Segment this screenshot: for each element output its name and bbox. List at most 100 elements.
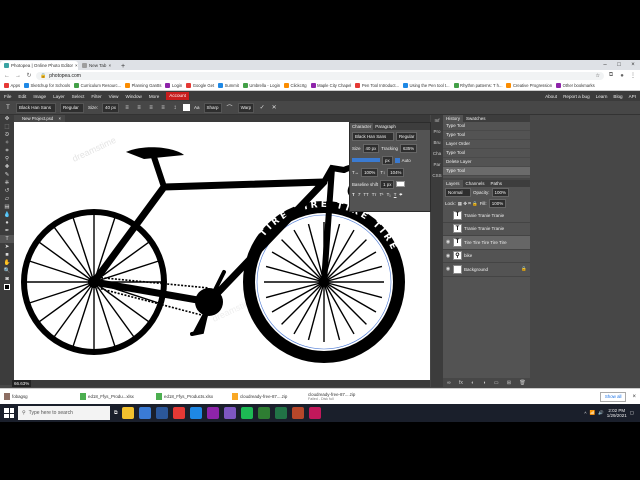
link-icon[interactable]: ∞ bbox=[447, 380, 451, 386]
menu-api[interactable]: API bbox=[629, 94, 636, 99]
tab-paragraph[interactable]: Paragraph bbox=[373, 123, 398, 130]
eraser-tool-icon[interactable]: ▱ bbox=[0, 195, 14, 203]
windows-start-icon[interactable] bbox=[4, 408, 14, 418]
menu-edit[interactable]: Edit bbox=[18, 94, 26, 99]
text-color-swatch[interactable] bbox=[183, 104, 191, 111]
lock-icons[interactable]: ▦ ✥ ⌗ 🔒 bbox=[458, 201, 478, 207]
faux-bold-button[interactable]: T bbox=[352, 192, 355, 197]
underline-button[interactable]: T bbox=[394, 192, 397, 197]
history-item[interactable]: Layer Order bbox=[443, 140, 530, 149]
gradient-tool-icon[interactable]: ▤ bbox=[0, 203, 14, 211]
menu-file[interactable]: File bbox=[4, 94, 11, 99]
cancel-icon[interactable]: ✕ bbox=[270, 104, 278, 112]
history-item-current[interactable]: Type Tool bbox=[443, 167, 530, 176]
clone-tool-icon[interactable]: ⎈ bbox=[0, 179, 14, 187]
network-icon[interactable]: 📶 bbox=[589, 410, 595, 416]
layer-row-selected[interactable]: ◉ T Tire Tire Tire Tire Tire bbox=[443, 236, 530, 250]
menu-learn[interactable]: Learn bbox=[596, 94, 608, 99]
char-tracking-field[interactable]: 635% bbox=[399, 143, 418, 153]
taskbar-app-icon[interactable] bbox=[138, 407, 151, 419]
font-size-field[interactable]: 40 px bbox=[102, 102, 120, 113]
font-style-select[interactable]: Regular bbox=[60, 102, 84, 113]
strip-css[interactable]: CSS bbox=[431, 170, 443, 181]
bookmark-item[interactable]: Creative Progression bbox=[506, 83, 552, 88]
char-style-select[interactable]: Regular bbox=[396, 131, 418, 141]
zoom-tool-icon[interactable]: 🔍 bbox=[0, 267, 14, 275]
taskbar-search-input[interactable]: ⚲ Type here to search bbox=[18, 406, 110, 420]
menu-select[interactable]: Select bbox=[72, 94, 85, 99]
strip-properties[interactable]: Pro bbox=[431, 126, 443, 137]
download-item[interactable]: cloudready-free-87....zip bbox=[232, 393, 302, 400]
menu-view[interactable]: View bbox=[109, 94, 119, 99]
taskbar-app-icon[interactable] bbox=[257, 407, 270, 419]
align-center-icon[interactable]: ≡ bbox=[135, 104, 143, 112]
strip-character[interactable]: Cha bbox=[431, 148, 443, 159]
char-hscale-field[interactable]: 100% bbox=[361, 167, 379, 177]
bookmark-item[interactable]: Apps bbox=[4, 83, 20, 88]
browser-tab-new[interactable]: New Tab × bbox=[78, 61, 118, 70]
history-item[interactable]: Type Tool bbox=[443, 122, 530, 131]
download-item[interactable]: cloudready-free-87....zip Failed - Disk f… bbox=[308, 392, 378, 401]
bookmark-item[interactable]: Summit bbox=[218, 83, 239, 88]
bookmark-item[interactable]: Pen Tool Introduct... bbox=[355, 83, 399, 88]
eye-icon[interactable]: ◉ bbox=[445, 239, 451, 245]
taskbar-app-icon[interactable] bbox=[223, 407, 236, 419]
notifications-icon[interactable]: ▢ bbox=[630, 410, 634, 416]
magic-wand-tool-icon[interactable]: ✧ bbox=[0, 139, 14, 147]
layer-row[interactable]: ◉ ⚲ bike bbox=[443, 250, 530, 263]
task-view-icon[interactable]: ⧉ bbox=[114, 410, 118, 416]
all-caps-button[interactable]: TT bbox=[363, 192, 368, 197]
bookmark-item[interactable]: Umbrella - Login bbox=[242, 83, 280, 88]
bookmark-item[interactable]: Google Get bbox=[186, 83, 214, 88]
download-item[interactable]: ed18_Ffys_Produ...xlsx bbox=[80, 393, 150, 400]
bookmark-item[interactable]: Other bookmarks bbox=[556, 83, 595, 88]
tab-paths[interactable]: Paths bbox=[488, 180, 506, 187]
shape-tool-icon[interactable]: ■ bbox=[0, 251, 14, 259]
bookmark-item[interactable]: Planning Gantts bbox=[125, 83, 161, 88]
browser-tab-photopea[interactable]: Photopea | Online Photo Editor × bbox=[0, 61, 78, 70]
char-color-swatch[interactable] bbox=[396, 181, 406, 187]
warp-button[interactable]: Warp bbox=[237, 102, 255, 113]
bookmark-item[interactable]: Using the Pen tool t... bbox=[403, 83, 450, 88]
eye-icon[interactable]: ◉ bbox=[445, 253, 451, 259]
menu-filter[interactable]: Filter bbox=[91, 94, 101, 99]
adjustment-icon[interactable]: ◑ bbox=[483, 380, 486, 386]
taskbar-app-icon[interactable] bbox=[274, 407, 287, 419]
minimize-icon[interactable]: – bbox=[598, 60, 612, 70]
strip-brush[interactable]: Bru bbox=[431, 137, 443, 148]
folder-icon[interactable]: ▭ bbox=[494, 380, 499, 386]
menu-icon[interactable]: ⋮ bbox=[629, 72, 637, 79]
tab-swatches[interactable]: Swatches bbox=[463, 115, 489, 122]
tab-channels[interactable]: Channels bbox=[463, 180, 488, 187]
char-baseline-field[interactable]: 1 px bbox=[380, 179, 395, 189]
taskbar-app-icon[interactable] bbox=[240, 407, 253, 419]
color-swatches[interactable] bbox=[0, 283, 14, 291]
history-brush-tool-icon[interactable]: ↺ bbox=[0, 187, 14, 195]
star-icon[interactable]: ☆ bbox=[596, 73, 600, 79]
char-leading-field[interactable]: px bbox=[382, 155, 393, 165]
history-item[interactable]: Type Tool bbox=[443, 149, 530, 158]
blur-tool-icon[interactable]: 💧 bbox=[0, 211, 14, 219]
zoom-level[interactable]: 66.63% bbox=[12, 380, 32, 387]
bookmark-item[interactable]: Login bbox=[165, 83, 182, 88]
maximize-icon[interactable]: □ bbox=[612, 60, 626, 70]
strip-info[interactable]: Inf bbox=[431, 115, 443, 126]
opacity-field[interactable]: 100% bbox=[491, 188, 510, 197]
quick-mask-icon[interactable]: ◙ bbox=[0, 275, 14, 283]
new-layer-icon[interactable]: ⊞ bbox=[507, 380, 511, 386]
type-tool-icon[interactable]: T bbox=[4, 104, 12, 112]
menu-more[interactable]: More bbox=[149, 94, 159, 99]
bookmark-item[interactable]: Curriculum Resourc... bbox=[74, 83, 121, 88]
bookmark-item[interactable]: Rhythm patterns: T h... bbox=[453, 83, 502, 88]
taskbar-app-icon[interactable] bbox=[206, 407, 219, 419]
trash-icon[interactable]: 🗑 bbox=[519, 380, 525, 386]
small-caps-button[interactable]: Tт bbox=[372, 192, 377, 197]
path-select-tool-icon[interactable]: ➤ bbox=[0, 243, 14, 251]
tab-history[interactable]: History bbox=[443, 115, 464, 122]
hand-tool-icon[interactable]: ✋ bbox=[0, 259, 14, 267]
new-tab-icon[interactable]: + bbox=[118, 63, 128, 70]
back-icon[interactable]: ← bbox=[3, 73, 11, 79]
taskbar-app-icon[interactable] bbox=[189, 407, 202, 419]
bookmark-item[interactable]: Maple City Chapel bbox=[310, 83, 351, 88]
taskbar-app-icon[interactable] bbox=[172, 407, 185, 419]
